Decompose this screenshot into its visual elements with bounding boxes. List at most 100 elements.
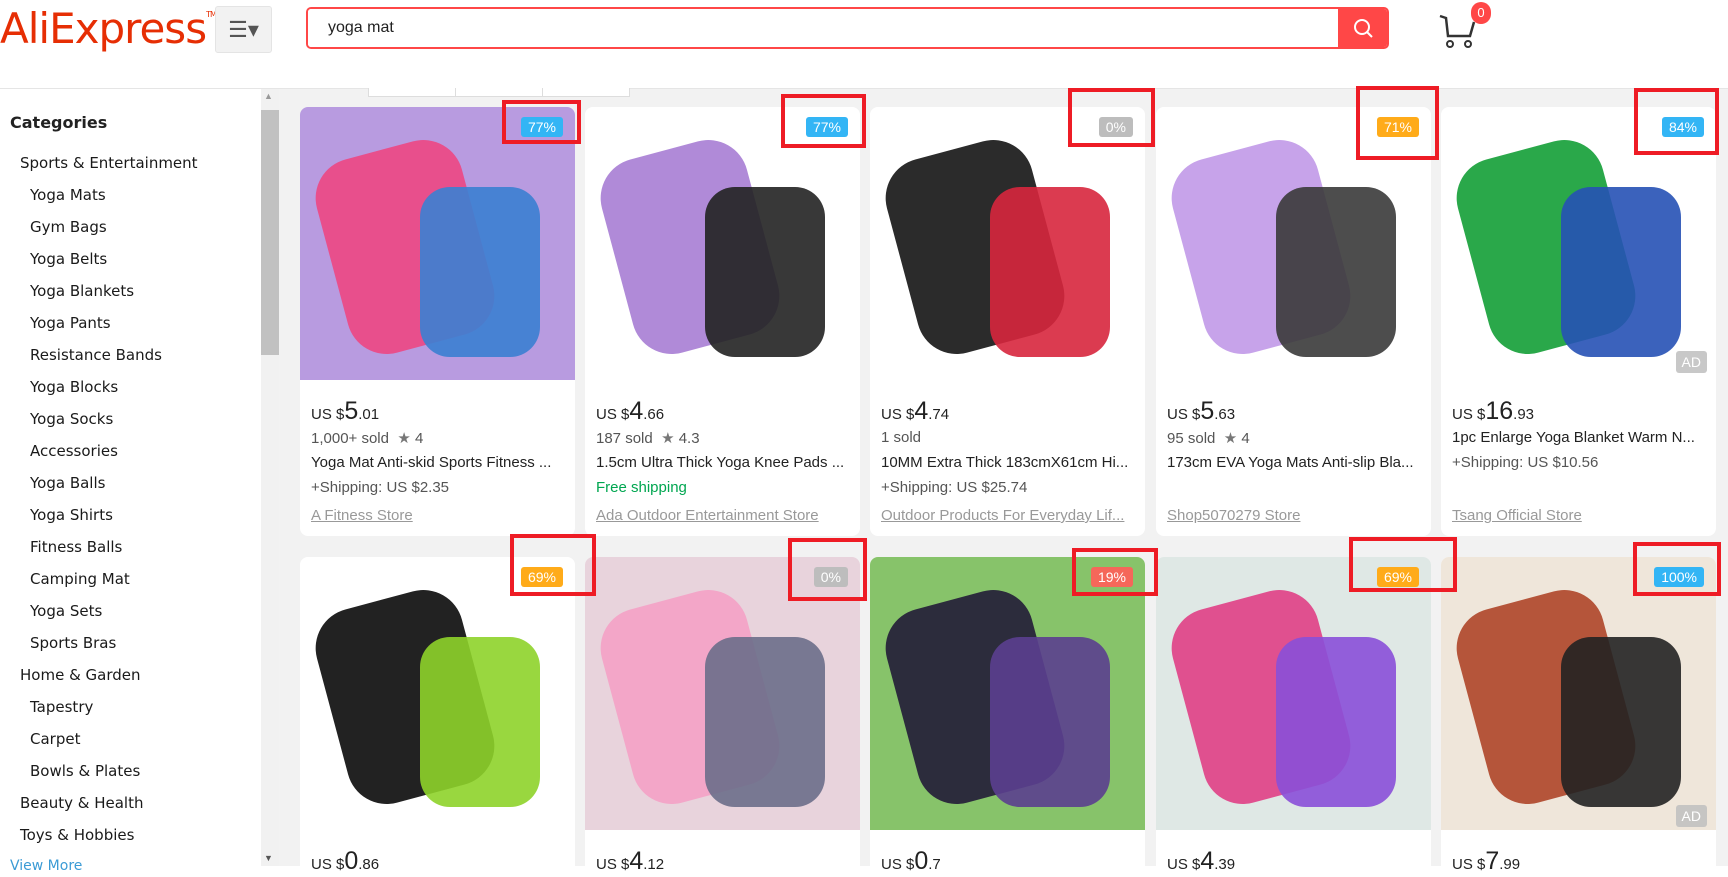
store-link[interactable]: Outdoor Products For Everyday Lif... (881, 507, 1136, 524)
product-price: US $4.39 (1167, 847, 1235, 876)
view-more-link[interactable]: View More (10, 858, 82, 874)
annotation-highlight-box (502, 100, 581, 144)
sidebar-item[interactable]: Sports & Entertainment (20, 154, 198, 172)
product-image[interactable] (300, 557, 575, 830)
store-link[interactable]: Ada Outdoor Entertainment Store (596, 507, 851, 524)
annotation-highlight-box (1068, 88, 1155, 147)
price-integer: 5 (344, 397, 359, 425)
store-link[interactable]: Tsang Official Store (1452, 507, 1707, 524)
product-image[interactable] (870, 557, 1145, 830)
price-decimal: .63 (1214, 406, 1236, 423)
product-card[interactable]: 71% US $5.63 95 sold ★ 4 173cm EVA Yoga Mat… (1156, 107, 1431, 536)
sidebar-item[interactable]: Tapestry (30, 698, 93, 716)
product-card[interactable]: 100% AD US $7.99 (1441, 557, 1716, 877)
shipping-info: +Shipping: US $2.35 (311, 479, 450, 496)
product-card[interactable]: 69% US $4.39 (1156, 557, 1431, 877)
product-price: US $5.63 (1167, 397, 1235, 426)
price-integer: 0 (344, 847, 359, 875)
sidebar-item[interactable]: Gym Bags (30, 218, 107, 236)
search-button[interactable] (1338, 9, 1387, 47)
sidebar-item[interactable]: Toys & Hobbies (20, 826, 134, 844)
sort-tab[interactable] (543, 88, 629, 96)
sidebar-item[interactable]: Beauty & Health (20, 794, 143, 812)
product-title[interactable]: Yoga Mat Anti-skid Sports Fitness ... (311, 454, 566, 471)
sidebar-item[interactable]: Yoga Blankets (30, 282, 134, 300)
scroll-down-arrow-icon[interactable]: ▼ (264, 853, 273, 863)
sold-count: 95 sold ★ 4 (1167, 430, 1250, 447)
sort-tab[interactable] (369, 88, 456, 96)
sidebar-item[interactable]: Sports Bras (30, 634, 116, 652)
price-integer: 4 (629, 397, 644, 425)
price-decimal: .39 (1214, 856, 1236, 873)
product-price: US $4.74 (881, 397, 949, 426)
sidebar-item[interactable]: Yoga Sets (30, 602, 102, 620)
store-link[interactable]: Shop5070279 Store (1167, 507, 1422, 524)
product-title[interactable]: 1pc Enlarge Yoga Blanket Warm N... (1452, 429, 1707, 446)
product-image[interactable] (1441, 557, 1716, 830)
ad-label: AD (1675, 351, 1707, 373)
product-title[interactable]: 173cm EVA Yoga Mats Anti-slip Bla... (1167, 454, 1422, 471)
product-card[interactable]: 0% US $4.12 (585, 557, 860, 877)
product-image[interactable] (1156, 557, 1431, 830)
annotation-highlight-box (510, 534, 596, 596)
product-image[interactable] (870, 107, 1145, 380)
annotation-highlight-box (1349, 537, 1457, 592)
sidebar-item[interactable]: Yoga Blocks (30, 378, 118, 396)
price-decimal: .99 (1499, 856, 1521, 873)
product-card[interactable]: 84% AD US $16.93 1pc Enlarge Yoga Blanket W… (1441, 107, 1716, 536)
sidebar-item[interactable]: Camping Mat (30, 570, 130, 588)
aliexpress-logo[interactable]: AliExpressTM (0, 4, 217, 53)
price-decimal: .74 (928, 406, 950, 423)
product-title[interactable]: 1.5cm Ultra Thick Yoga Knee Pads ... (596, 454, 851, 471)
sidebar-item[interactable]: Yoga Balls (30, 474, 105, 492)
price-integer: 4 (1200, 847, 1215, 875)
sidebar-item[interactable]: Carpet (30, 730, 80, 748)
annotation-highlight-box (788, 538, 867, 601)
category-menu-button[interactable]: ☰▾ (215, 6, 272, 53)
price-integer: 0 (914, 847, 929, 875)
sidebar-item[interactable]: Yoga Shirts (30, 506, 113, 524)
sold-count: 1,000+ sold ★ 4 (311, 430, 424, 447)
annotation-highlight-box (1072, 548, 1158, 596)
sidebar-item[interactable]: Yoga Pants (30, 314, 111, 332)
product-card[interactable]: 19% US $0.7 (870, 557, 1145, 877)
scrollbar-thumb[interactable] (261, 110, 279, 355)
price-decimal: .93 (1513, 406, 1535, 423)
sidebar-item[interactable]: Yoga Mats (30, 186, 106, 204)
product-price: US $4.66 (596, 397, 664, 426)
product-price: US $0.86 (311, 847, 379, 876)
price-decimal: .86 (358, 856, 380, 873)
sidebar-item[interactable]: Bowls & Plates (30, 762, 140, 780)
currency: US $ (881, 406, 915, 423)
search-input[interactable] (308, 9, 1338, 47)
price-integer: 7 (1485, 847, 1500, 875)
sold-count: 187 sold ★ 4.3 (596, 430, 700, 447)
search-bar (306, 7, 1389, 49)
sold-count: 1 sold (881, 429, 922, 446)
product-image[interactable] (300, 107, 575, 380)
product-card[interactable]: 69% US $0.86 (300, 557, 575, 877)
star-icon: ★ (1223, 430, 1238, 447)
sidebar-item[interactable]: Yoga Socks (30, 410, 113, 428)
product-card[interactable]: 77% US $5.01 1,000+ sold ★ 4 Yoga Mat Anti-… (300, 107, 575, 536)
sidebar-item[interactable]: Resistance Bands (30, 346, 162, 364)
sort-tab[interactable] (456, 88, 543, 96)
price-decimal: .7 (928, 856, 941, 873)
product-title[interactable]: 10MM Extra Thick 183cmX61cm Hi... (881, 454, 1136, 471)
scroll-up-arrow-icon[interactable]: ▲ (264, 91, 273, 101)
sidebar-item[interactable]: Home & Garden (20, 666, 141, 684)
sidebar-item[interactable]: Accessories (30, 442, 118, 460)
shipping-info: Free shipping (596, 479, 687, 496)
currency: US $ (596, 406, 630, 423)
price-decimal: .12 (643, 856, 665, 873)
currency: US $ (596, 856, 630, 873)
product-price: US $7.99 (1452, 847, 1520, 876)
sidebar-item[interactable]: Yoga Belts (30, 250, 107, 268)
product-card[interactable]: 0% US $4.74 1 sold 10MM Extra Thick 183cmX6… (870, 107, 1145, 536)
ad-label: AD (1675, 805, 1707, 827)
currency: US $ (1167, 856, 1201, 873)
categories-title: Categories (10, 113, 108, 132)
product-card[interactable]: 77% US $4.66 187 sold ★ 4.3 1.5cm Ultra Thi… (585, 107, 860, 536)
sidebar-item[interactable]: Fitness Balls (30, 538, 122, 556)
store-link[interactable]: A Fitness Store (311, 507, 566, 524)
